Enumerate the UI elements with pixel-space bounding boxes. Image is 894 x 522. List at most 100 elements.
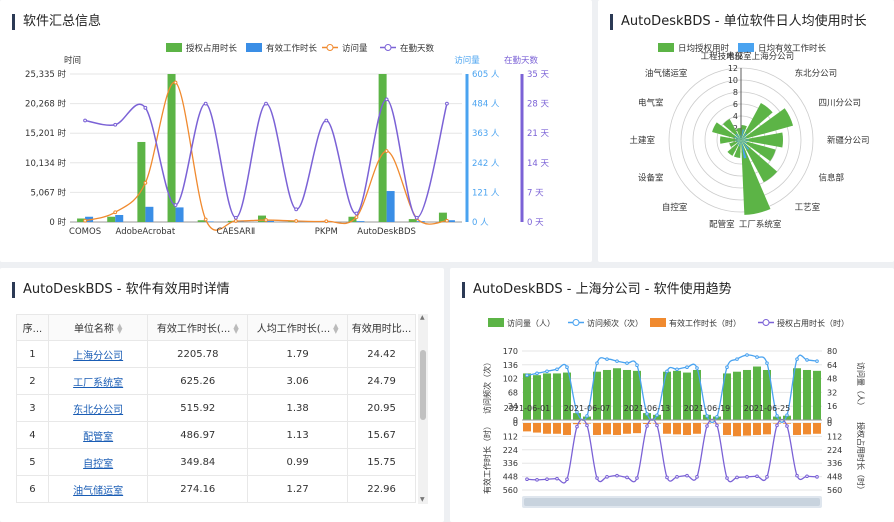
table-row[interactable]: 6 油气储运室 274.16 1.27 22.96: [16, 475, 416, 503]
cell-effective-hours: 349.84: [147, 448, 249, 476]
cell-row-index: 1: [16, 340, 49, 368]
unit-name-link[interactable]: 东北分公司: [73, 405, 123, 416]
y-tick-label: 102: [503, 375, 518, 384]
col-header-average[interactable]: 人均工作时长(... ▲ ▼: [247, 314, 349, 341]
table-scrollbar[interactable]: ▲ ▼: [418, 314, 428, 504]
point-authorized: [525, 477, 529, 482]
y-tick-label: 0: [513, 416, 518, 425]
bar-visits: [553, 373, 561, 420]
usage-trend-panel: AutoDeskBDS - 上海分公司 - 软件使用趋势 访问量（人） 访问频次（…: [450, 268, 894, 522]
y-tick-label: 336: [827, 459, 842, 468]
point-authorized: [635, 476, 639, 480]
point-authorized: [565, 477, 569, 482]
sort-icon[interactable]: ▲ ▼: [233, 323, 238, 335]
cell-unit-link[interactable]: 上海分公司: [47, 340, 149, 368]
y-tick-label: 224: [503, 446, 518, 455]
legend-label: 访问量（人）: [507, 318, 555, 328]
y-tick-label: 10,134 时: [25, 158, 66, 169]
y-tick-label: 112: [503, 432, 518, 441]
point-authorized: [685, 473, 689, 478]
cell-unit-link[interactable]: 自控室: [47, 448, 149, 476]
sort-icon[interactable]: ▲ ▼: [333, 323, 338, 335]
bar-visits: [733, 371, 741, 420]
point-authorized: [775, 423, 779, 428]
legend-label: 有效工作时长（时）: [669, 318, 741, 328]
unit-name-link[interactable]: 工厂系统室: [73, 378, 123, 389]
bar-effective-hours: [593, 423, 601, 435]
y-tick-label: 0: [827, 416, 832, 425]
unit-name-link[interactable]: 上海分公司: [73, 351, 123, 362]
bar-effective-hours: [693, 423, 701, 434]
scroll-down-icon[interactable]: ▼: [420, 497, 425, 503]
legend-marker: [572, 319, 580, 326]
bar-authorized-hours: [107, 216, 116, 222]
y-tick-label: 0 时: [49, 217, 66, 228]
point-authorized: [785, 424, 789, 428]
bar-effective-hours: [553, 423, 561, 434]
y-tick-label: 35 天: [527, 70, 550, 80]
cell-row-index: 3: [16, 394, 49, 422]
point-frequency: [535, 371, 539, 376]
bar-effective-hours: [643, 423, 651, 424]
cell-row-index: 4: [16, 421, 49, 449]
bar-effective-hours: [356, 221, 365, 222]
y-tick-label: 0 天: [527, 218, 544, 228]
table-row[interactable]: 3 东北分公司 515.92 1.38 20.95: [16, 394, 416, 422]
legend-swatch: [738, 43, 754, 52]
table-row[interactable]: 1 上海分公司 2205.78 1.79 24.42: [16, 340, 416, 368]
cell-unit-link[interactable]: 工厂系统室: [47, 367, 149, 395]
unit-name-link[interactable]: 自控室: [83, 459, 113, 470]
legend-swatch: [488, 318, 504, 327]
point-authorized: [615, 473, 619, 478]
point-attendance: [264, 101, 268, 106]
point-authorized: [575, 424, 579, 429]
y-tick-label: 25,335 时: [25, 69, 66, 80]
panel-title: AutoDeskBDS - 软件有效用时详情: [12, 282, 230, 298]
scroll-up-icon[interactable]: ▲: [420, 315, 425, 321]
y-tick-label: 336: [503, 459, 518, 468]
bar-effective-hours: [523, 423, 531, 432]
cell-unit-link[interactable]: 东北分公司: [47, 394, 149, 422]
cell-row-index: 2: [16, 367, 49, 395]
col-header-ratio[interactable]: 有效用时比...: [347, 314, 416, 341]
table-row[interactable]: 4 配管室 486.97 1.13 15.67: [16, 421, 416, 449]
point-authorized: [715, 423, 719, 428]
col-header-unit[interactable]: 单位名称 ▲ ▼: [47, 314, 149, 341]
point-frequency: [795, 357, 799, 361]
y-tick-label: 136: [503, 361, 518, 370]
cell-unit-link[interactable]: 油气储运室: [47, 475, 149, 503]
scrollbar-thumb[interactable]: [420, 350, 426, 420]
category-label: 土建室: [629, 135, 655, 146]
y-axis-title: 时间: [64, 55, 81, 66]
point-frequency: [565, 365, 569, 370]
category-label: 工艺室: [795, 202, 821, 213]
y-tick-label: 448: [503, 473, 518, 482]
cell-unit-link[interactable]: 配管室: [47, 421, 149, 449]
col-header-effective[interactable]: 有效工作时长(... ▲ ▼: [147, 314, 249, 341]
table-row[interactable]: 5 自控室 349.84 0.99 15.75: [16, 448, 416, 476]
unit-name-link[interactable]: 配管室: [83, 432, 113, 443]
point-frequency: [675, 367, 679, 372]
bar-effective-hours: [613, 423, 621, 435]
unit-name-link[interactable]: 油气储运室: [73, 486, 123, 497]
category-label: 四川分公司: [818, 99, 861, 109]
category-label: 新疆分公司: [827, 135, 870, 146]
sort-icon[interactable]: ▲ ▼: [117, 323, 122, 335]
bar-visits: [523, 373, 531, 420]
x-tick-label: COMOS: [69, 227, 101, 237]
point-attendance: [173, 203, 178, 207]
point-authorized: [725, 476, 729, 480]
point-attendance: [233, 215, 238, 220]
y-axis-title: 访问量: [454, 55, 480, 66]
bar-effective-hours: [145, 206, 154, 222]
bar-effective-hours: [723, 423, 731, 435]
bar-visits: [803, 369, 811, 420]
cell-effective-ratio: 20.95: [347, 394, 416, 422]
point-visits: [233, 219, 238, 223]
x-tick-label: 2021-06-19: [684, 404, 731, 413]
y-tick-label: 48: [827, 375, 837, 384]
polar-bar-chart: 日均授权用时日均有效工作时长024681012电仪室上海分公司东北分公司四川分公…: [629, 43, 870, 230]
col-header-index[interactable]: 序...: [16, 314, 49, 341]
table-row[interactable]: 2 工厂系统室 625.26 3.06 24.79: [16, 367, 416, 395]
point-authorized: [675, 475, 679, 479]
